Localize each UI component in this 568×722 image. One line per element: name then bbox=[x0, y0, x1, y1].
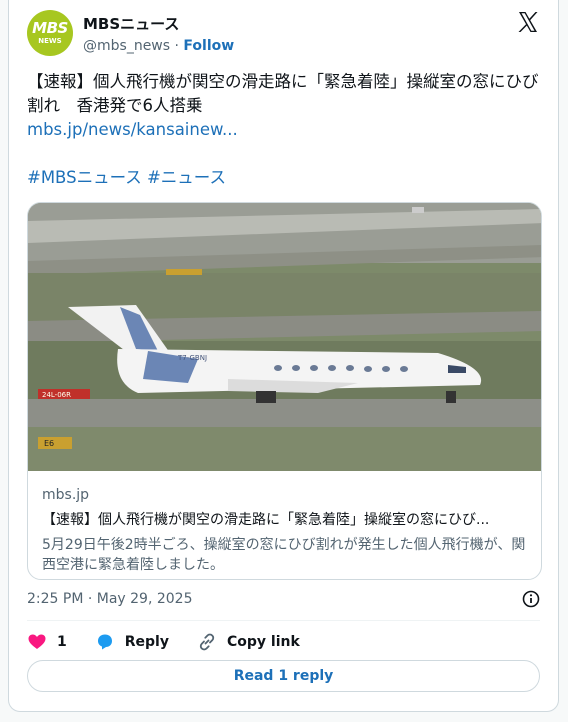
info-icon[interactable] bbox=[521, 589, 541, 609]
preview-domain: mbs.jp bbox=[42, 487, 90, 503]
link-preview-card[interactable]: 24L-06R E6 T7-GBNJ mbs.jp 【速報】個人飛行機が関空の滑… bbox=[27, 202, 542, 580]
copy-link-button[interactable]: Copy link bbox=[197, 632, 300, 652]
reply-icon bbox=[97, 634, 112, 650]
handle-separator: · bbox=[174, 38, 179, 54]
aircraft-registration: T7-GBNJ bbox=[177, 354, 207, 362]
tweet-header: MBS NEWS MBSニュース @mbs_news · Follow bbox=[27, 8, 540, 56]
tweet-text: 【速報】個人飛行機が関空の滑走路に「緊急着陸」操縦室の窓にひび割れ 香港発で6人… bbox=[27, 70, 547, 190]
author-handle-row: @mbs_news · Follow bbox=[83, 38, 234, 54]
article-link[interactable]: mbs.jp/news/kansainew... bbox=[27, 118, 547, 142]
copy-link-label: Copy link bbox=[226, 634, 300, 650]
preview-title: 【速報】個人飛行機が関空の滑走路に「緊急着陸」操縦室の窓にひび... bbox=[42, 512, 490, 528]
avatar-logo-subtext: NEWS bbox=[38, 37, 62, 45]
heart-icon bbox=[28, 634, 46, 649]
like-button[interactable]: 1 bbox=[27, 632, 67, 652]
follow-button[interactable]: Follow bbox=[183, 38, 234, 54]
tweet-timestamp[interactable]: 2:25 PM · May 29, 2025 bbox=[27, 591, 193, 607]
aircraft-photo[interactable]: 24L-06R E6 T7-GBNJ bbox=[28, 203, 541, 471]
action-bar: 1 Reply Copy link bbox=[27, 630, 328, 654]
tweet-body: 【速報】個人飛行機が関空の滑走路に「緊急着陸」操縦室の窓にひび割れ 香港発で6人… bbox=[27, 72, 539, 115]
link-icon bbox=[199, 633, 215, 651]
read-reply-button[interactable]: Read 1 reply bbox=[27, 660, 540, 692]
runway-sign-1: 24L-06R bbox=[42, 391, 71, 399]
reply-button[interactable]: Reply bbox=[95, 632, 169, 652]
hashtags[interactable]: #MBSニュース #ニュース bbox=[27, 166, 547, 190]
preview-description: 5月29日午後2時半ごろ、操縦室の窓にひび割れが発生した個人飛行機が、関西空港に… bbox=[42, 537, 526, 573]
author-handle[interactable]: @mbs_news bbox=[83, 38, 170, 54]
reply-label: Reply bbox=[124, 634, 169, 650]
author-name[interactable]: MBSニュース bbox=[83, 13, 234, 34]
avatar[interactable]: MBS NEWS bbox=[27, 10, 73, 56]
preview-text: mbs.jp 【速報】個人飛行機が関空の滑走路に「緊急着陸」操縦室の窓にひび..… bbox=[28, 471, 541, 579]
divider bbox=[27, 620, 540, 621]
avatar-logo-text: MBS bbox=[32, 19, 68, 37]
x-logo-icon[interactable] bbox=[516, 10, 540, 34]
like-count: 1 bbox=[57, 634, 67, 650]
runway-sign-2: E6 bbox=[44, 439, 54, 448]
author-info: MBSニュース @mbs_news · Follow bbox=[83, 13, 234, 54]
tweet-card: MBS NEWS MBSニュース @mbs_news · Follow 【速報】… bbox=[8, 0, 559, 712]
